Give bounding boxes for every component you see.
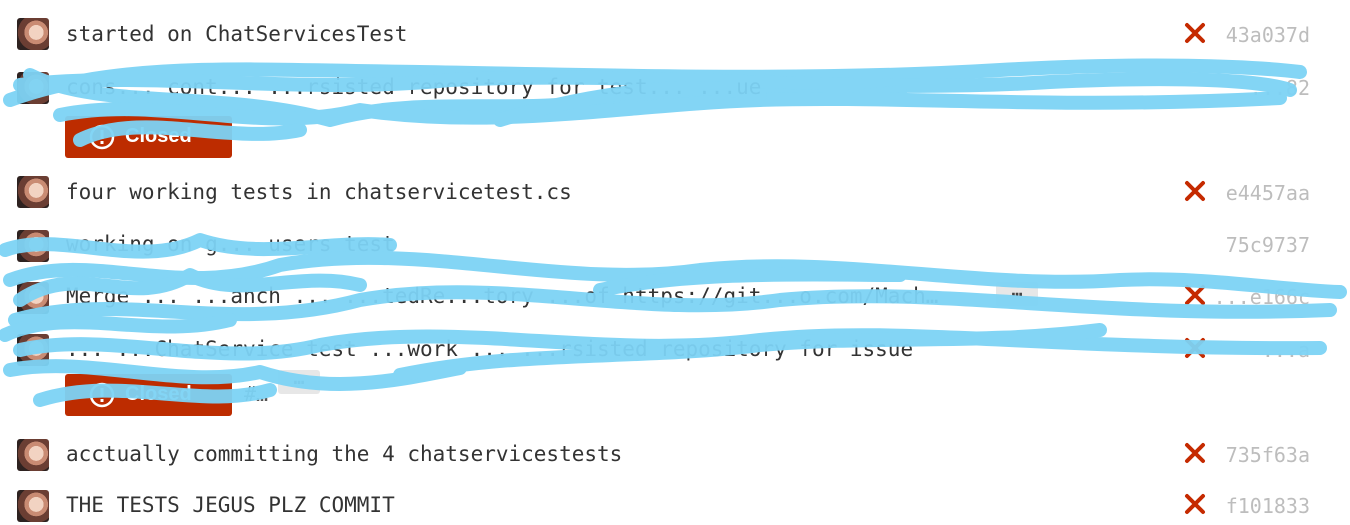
commit-message[interactable]: THE TESTS JEGUS PLZ COMMIT <box>66 493 395 517</box>
avatar[interactable] <box>17 18 49 50</box>
commit-sha[interactable]: 75c9737 <box>1226 233 1310 257</box>
commit-sha[interactable]: 43a037d <box>1226 23 1310 47</box>
commit-row: THE TESTS JEGUS PLZ COMMIT f101833 <box>0 490 1350 524</box>
commit-sha[interactable]: ...e166c <box>1214 285 1310 309</box>
expand-message-button[interactable]: … <box>996 282 1038 306</box>
alert-icon <box>89 382 115 408</box>
issue-closed-badge[interactable]: Closed <box>65 374 232 416</box>
failed-x-icon[interactable] <box>1183 492 1207 516</box>
avatar[interactable] <box>17 334 49 366</box>
avatar[interactable] <box>17 176 49 208</box>
expand-message-button[interactable]: … <box>278 370 320 394</box>
alert-icon <box>89 124 115 150</box>
commit-sha[interactable]: e4457aa <box>1226 181 1310 205</box>
commit-message[interactable]: ... ...ChatService test ...work ... ...r… <box>66 337 913 361</box>
commit-message[interactable]: cons... cont... ...rsisted repository fo… <box>66 75 761 99</box>
commit-row: cons... cont... ...rsisted repository fo… <box>0 72 1350 162</box>
commit-row: Merge ... ...anch ... ...tedRe...tory ..… <box>0 282 1350 316</box>
commit-sha[interactable]: ...82 <box>1250 76 1310 100</box>
avatar[interactable] <box>17 72 49 104</box>
avatar[interactable] <box>17 230 49 262</box>
failed-x-icon[interactable] <box>1183 179 1207 203</box>
avatar[interactable] <box>17 282 49 314</box>
issue-closed-badge[interactable]: Closed <box>65 116 232 158</box>
failed-x-icon[interactable] <box>1183 21 1207 45</box>
commit-message[interactable]: Merge ... ...anch ... ...tedRe...tory ..… <box>66 284 938 308</box>
commit-message[interactable]: working on g... users test <box>66 232 395 256</box>
avatar[interactable] <box>17 439 49 471</box>
badge-label: Closed <box>125 383 192 405</box>
failed-x-icon[interactable] <box>1183 336 1207 360</box>
commit-message[interactable]: acctually committing the 4 chatservicest… <box>66 442 622 466</box>
commit-sha[interactable]: 735f63a <box>1226 443 1310 467</box>
commit-row: four working tests in chatservicetest.cs… <box>0 176 1350 210</box>
commit-sha[interactable]: ...a <box>1262 338 1310 362</box>
commit-sha[interactable]: f101833 <box>1226 494 1310 518</box>
issue-ref-link[interactable]: #… <box>244 382 268 406</box>
commit-row: acctually committing the 4 chatservicest… <box>0 439 1350 473</box>
failed-x-icon[interactable] <box>1183 441 1207 465</box>
avatar[interactable] <box>17 490 49 522</box>
commit-message[interactable]: four working tests in chatservicetest.cs <box>66 180 572 204</box>
badge-label: Closed <box>125 125 192 147</box>
commit-row: working on g... users test 75c9737 <box>0 230 1350 264</box>
commit-row: started on ChatServicesTest 43a037d <box>0 18 1350 52</box>
commit-message[interactable]: started on ChatServicesTest <box>66 22 407 46</box>
commit-row: ... ...ChatService test ...work ... ...r… <box>0 334 1350 424</box>
failed-x-icon[interactable] <box>1183 283 1207 307</box>
